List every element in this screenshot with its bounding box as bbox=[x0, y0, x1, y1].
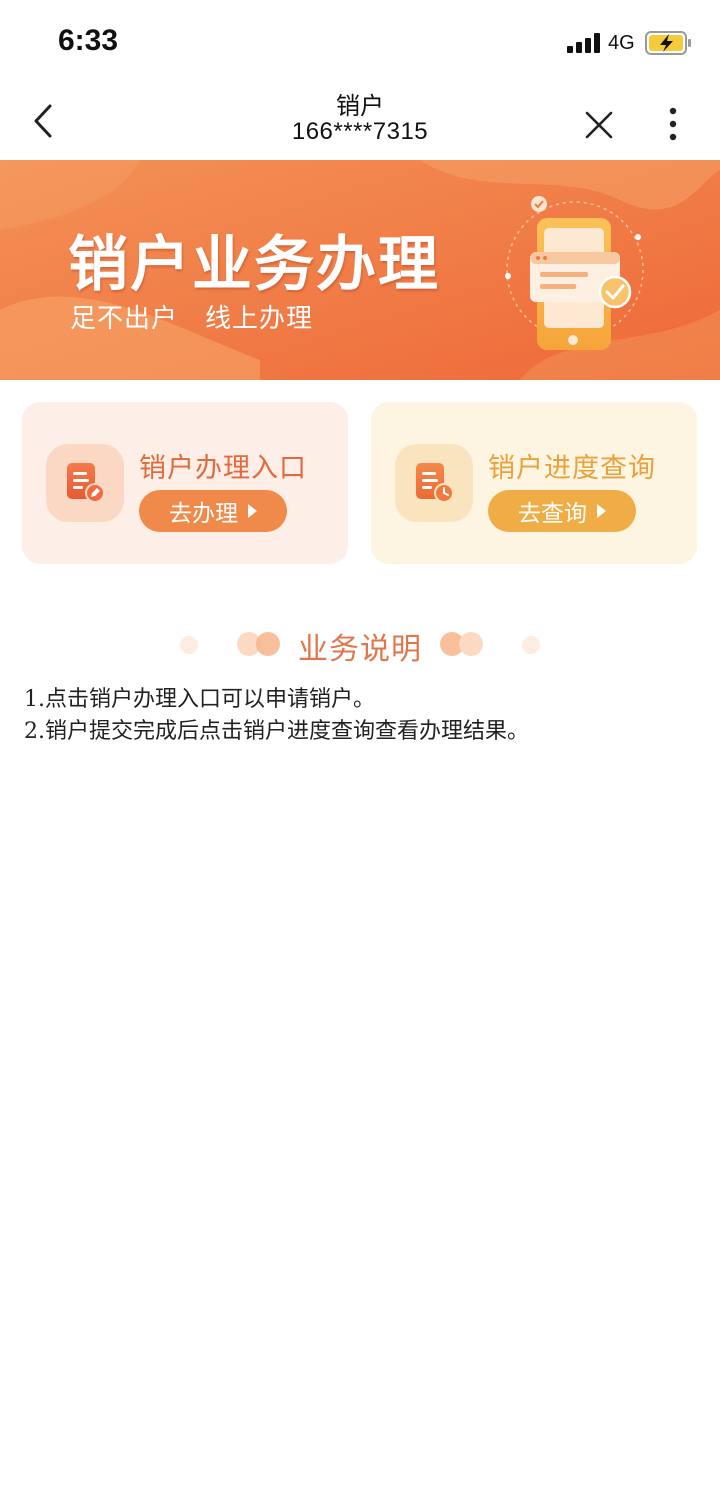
section-heading: 业务说明 bbox=[0, 614, 720, 674]
play-arrow-icon bbox=[597, 504, 606, 518]
document-clock-icon bbox=[416, 463, 454, 503]
status-time: 6:33 bbox=[58, 24, 119, 57]
card-icon-container bbox=[46, 444, 124, 522]
card-title: 销户办理入口 bbox=[139, 453, 307, 484]
go-process-button[interactable]: 去办理 bbox=[139, 490, 287, 532]
service-description: 1.点击销户办理入口可以申请销户。 2.销户提交完成后点击销户进度查询查看办理结… bbox=[24, 684, 704, 748]
signal-icon bbox=[567, 33, 600, 53]
description-line: 1.点击销户办理入口可以申请销户。 bbox=[24, 687, 375, 712]
banner-subtitle: 足不出户 线上办理 bbox=[70, 304, 314, 334]
banner: 销户业务办理 足不出户 线上办理 bbox=[0, 160, 720, 380]
more-vertical-icon[interactable] bbox=[660, 106, 686, 142]
section-title: 业务说明 bbox=[298, 632, 422, 667]
network-type: 4G bbox=[608, 32, 635, 54]
go-query-button[interactable]: 去查询 bbox=[488, 490, 636, 532]
play-arrow-icon bbox=[248, 504, 257, 518]
nav-bar: 销户 166****7315 bbox=[0, 80, 720, 160]
button-label: 去查询 bbox=[518, 501, 587, 527]
description-line: 2.销户提交完成后点击销户进度查询查看办理结果。 bbox=[24, 719, 529, 744]
status-bar: 6:33 4G bbox=[0, 0, 720, 80]
card-title: 销户进度查询 bbox=[488, 453, 656, 484]
decor-dot bbox=[459, 632, 483, 656]
button-label: 去办理 bbox=[169, 501, 238, 527]
cancel-account-entry-card[interactable]: 销户办理入口 去办理 bbox=[22, 402, 348, 564]
decor-dot bbox=[522, 636, 540, 654]
document-edit-icon bbox=[67, 463, 105, 503]
banner-title: 销户业务办理 bbox=[68, 230, 440, 300]
battery-charging-icon bbox=[645, 31, 691, 55]
close-icon[interactable] bbox=[584, 110, 614, 140]
progress-query-card[interactable]: 销户进度查询 去查询 bbox=[371, 402, 697, 564]
card-icon-container bbox=[395, 444, 473, 522]
